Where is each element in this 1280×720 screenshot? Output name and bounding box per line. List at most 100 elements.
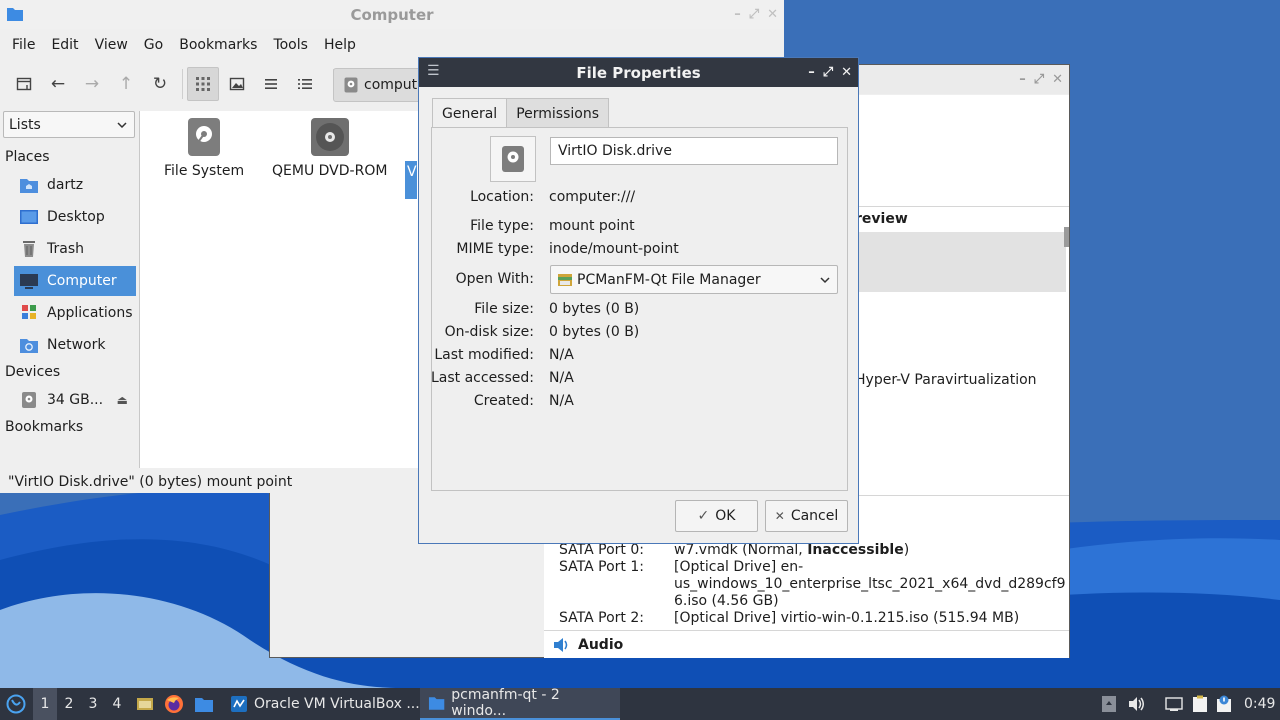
side-pane-mode-select[interactable]: Lists: [3, 111, 135, 138]
new-tab-button[interactable]: [8, 67, 40, 101]
desktop-switch-1[interactable]: 1: [33, 688, 57, 720]
detail-list-icon: [298, 79, 312, 89]
created-label: Created:: [473, 393, 534, 409]
minimize-icon[interactable]: –: [734, 7, 741, 22]
close-icon[interactable]: ✕: [1052, 72, 1063, 87]
file-item-file-system[interactable]: File System: [164, 117, 244, 179]
tray-volume[interactable]: [1126, 688, 1148, 720]
dialog-title: File Properties: [576, 63, 701, 82]
menu-file[interactable]: File: [4, 37, 43, 53]
thumbnail-view-button[interactable]: [221, 67, 253, 101]
task-virtualbox[interactable]: Oracle VM VirtualBox ...: [222, 688, 428, 720]
desktop-switch-3[interactable]: 3: [81, 688, 105, 720]
cancel-button[interactable]: ✕ Cancel: [765, 500, 848, 532]
dialog-tabs: General Permissions: [432, 98, 609, 128]
maximize-icon[interactable]: ⤢: [749, 7, 759, 22]
minimize-icon[interactable]: –: [808, 65, 815, 80]
preview-heading: review: [855, 211, 908, 227]
firefox-icon: [165, 695, 183, 713]
close-icon[interactable]: ✕: [767, 7, 778, 22]
show-desktop-button[interactable]: [134, 688, 156, 720]
trash-icon: [23, 241, 35, 257]
last-modified-label: Last modified:: [434, 347, 534, 363]
mime-type-value: inode/mount-point: [549, 241, 679, 257]
clock[interactable]: 0:49: [1244, 688, 1275, 720]
location-label: Location:: [470, 189, 534, 205]
tab-general[interactable]: General: [432, 98, 508, 128]
sidebar-item-dartz[interactable]: dartz: [14, 170, 136, 200]
menu-go[interactable]: Go: [136, 37, 171, 53]
virtualbox-icon: [231, 696, 247, 712]
sidebar-item-device-34gb[interactable]: 34 GB... ⏏: [14, 385, 136, 415]
optical-drive-icon: [310, 118, 349, 156]
close-icon[interactable]: ✕: [841, 65, 852, 80]
menu-edit[interactable]: Edit: [43, 37, 86, 53]
reload-icon: ↻: [152, 74, 168, 94]
clipboard-icon: [1193, 695, 1207, 712]
change-icon-button[interactable]: [490, 136, 536, 182]
home-folder-icon: [20, 179, 38, 193]
desktop-switch-4[interactable]: 4: [105, 688, 129, 720]
sidebar-item-computer[interactable]: Computer: [14, 266, 136, 296]
menu-bookmarks[interactable]: Bookmarks: [171, 37, 265, 53]
file-name-input[interactable]: VirtIO Disk.drive: [550, 137, 838, 165]
devices-heading: Devices: [5, 364, 61, 380]
reload-button[interactable]: ↻: [144, 67, 176, 101]
arrow-up-icon: ↑: [118, 74, 134, 94]
arrow-right-icon: →: [84, 74, 100, 94]
sidebar-item-trash[interactable]: Trash: [14, 234, 136, 264]
scrollbar-handle[interactable]: [1064, 227, 1069, 247]
sata-port-2-value: [Optical Drive] virtio-win-0.1.215.iso (…: [674, 610, 1020, 626]
tray-storage[interactable]: [1098, 688, 1120, 720]
removable-drive-icon: [1102, 696, 1116, 712]
file-item-virtio-selected[interactable]: V: [405, 161, 417, 199]
lxqt-logo-icon: [6, 694, 26, 714]
sidebar-item-network[interactable]: Network: [14, 330, 136, 360]
menu-help[interactable]: Help: [316, 37, 364, 53]
close-icon: ✕: [774, 509, 785, 523]
desktop-switch-2[interactable]: 2: [57, 688, 81, 720]
folder-icon: [195, 698, 213, 712]
ok-button[interactable]: ✓ OK: [675, 500, 758, 532]
start-menu-button[interactable]: [4, 688, 28, 720]
update-notifier-icon: [1217, 695, 1231, 712]
tray-clipboard[interactable]: [1189, 688, 1211, 720]
maximize-icon[interactable]: ⤢: [823, 65, 833, 80]
tab-permissions[interactable]: Permissions: [506, 98, 609, 128]
file-item-qemu-dvd-rom[interactable]: QEMU DVD-ROM: [272, 117, 387, 179]
grid-icon: [196, 77, 210, 91]
tray-keyboard[interactable]: [1163, 688, 1185, 720]
maximize-icon[interactable]: ⤢: [1034, 72, 1044, 87]
sidebar-item-desktop[interactable]: Desktop: [14, 202, 136, 232]
forward-button[interactable]: →: [76, 67, 108, 101]
keyboard-icon: [1165, 697, 1183, 711]
computer-icon: [344, 77, 358, 93]
firefox-launcher[interactable]: [162, 688, 186, 720]
eject-icon[interactable]: ⏏: [117, 393, 128, 407]
task-pcmanfm[interactable]: pcmanfm-qt - 2 windo...: [420, 687, 620, 720]
detailed-view-button[interactable]: [289, 67, 321, 101]
volume-icon: [1129, 697, 1144, 711]
monitor-icon: [20, 274, 38, 289]
open-with-value: PCManFM-Qt File Manager: [577, 271, 761, 288]
sata-port-0-label: SATA Port 0:: [559, 542, 644, 558]
menu-view[interactable]: View: [87, 37, 136, 53]
created-value: N/A: [549, 393, 574, 409]
back-button[interactable]: ←: [42, 67, 74, 101]
taskbar: 1 2 3 4 Oracle VM VirtualBox ... pcmanfm…: [0, 687, 1280, 720]
sata-port-0-value: w7.vmdk (Normal, Inaccessible): [674, 542, 910, 558]
sidebar-item-applications[interactable]: Applications: [14, 298, 136, 328]
path-bar[interactable]: comput: [333, 68, 423, 102]
minimize-icon[interactable]: –: [1019, 72, 1026, 87]
window-menu-icon[interactable]: ☰: [427, 63, 440, 79]
file-manager-app-icon: [558, 273, 572, 286]
menu-tools[interactable]: Tools: [265, 37, 316, 53]
up-button[interactable]: ↑: [110, 67, 142, 101]
new-tab-icon: [16, 77, 32, 91]
tray-updates[interactable]: [1213, 688, 1235, 720]
speaker-icon: [554, 638, 568, 652]
open-with-select[interactable]: PCManFM-Qt File Manager: [550, 265, 838, 294]
icon-view-button[interactable]: [187, 67, 219, 101]
compact-view-button[interactable]: [255, 67, 287, 101]
file-manager-launcher[interactable]: [192, 688, 216, 720]
